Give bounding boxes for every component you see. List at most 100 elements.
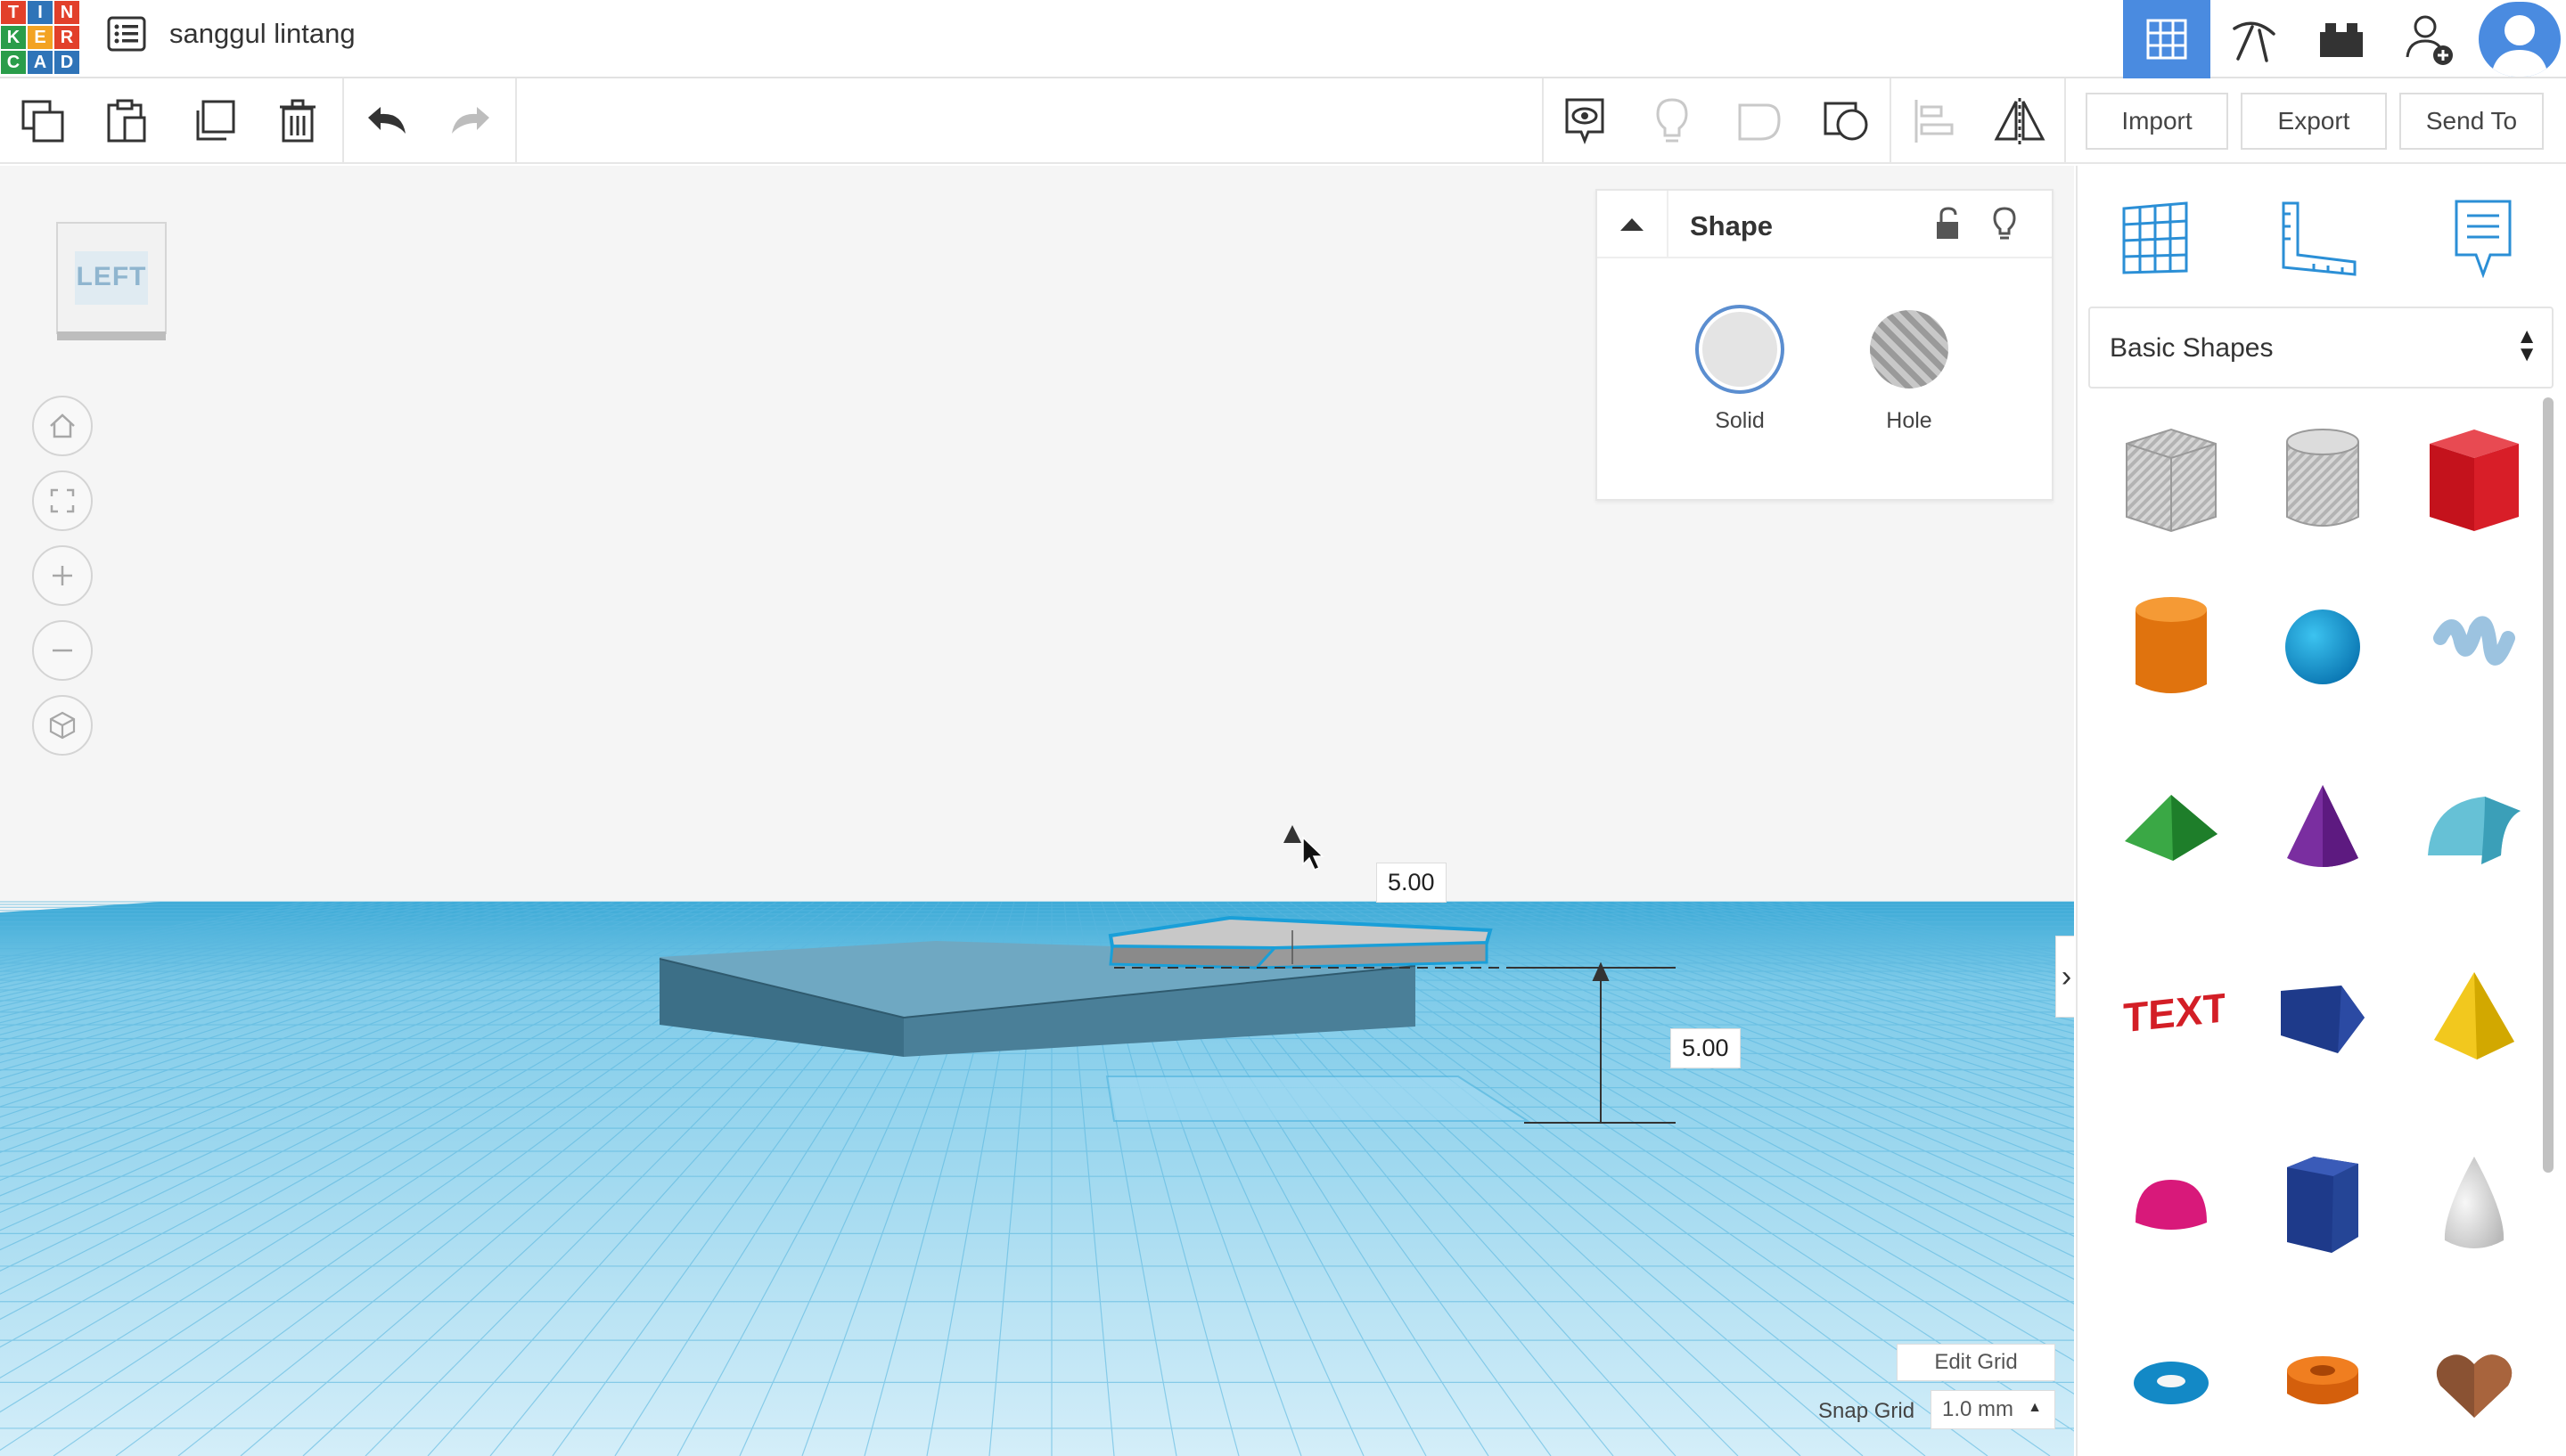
torus-icon	[2134, 1362, 2209, 1404]
eye-bubble-icon	[1565, 98, 1604, 145]
ruler-icon	[2282, 201, 2357, 276]
ruler-tool-button[interactable]	[2261, 189, 2377, 287]
tinkercad-logo[interactable]: T I N K E R C A D	[0, 0, 80, 75]
pickaxe-icon	[2233, 21, 2275, 62]
send-to-button[interactable]: Send To	[2399, 93, 2544, 150]
paste-button[interactable]	[100, 94, 153, 148]
shape-tile-roof[interactable]	[2104, 748, 2238, 909]
snap-grid-value: 1.0 mm	[1942, 1397, 2014, 1421]
home-icon	[50, 413, 75, 438]
shape-tile-half-sphere[interactable]	[2104, 1125, 2238, 1285]
caret-up-icon	[1620, 218, 1644, 231]
shape-panel-scrollbar[interactable]	[2543, 397, 2554, 1173]
shape-tile-round-roof[interactable]	[2407, 748, 2541, 909]
shape-category-select[interactable]: Basic Shapes ▲ ▼	[2088, 307, 2554, 389]
edit-grid-button[interactable]: Edit Grid	[1897, 1344, 2055, 1381]
user-avatar[interactable]	[2476, 0, 2563, 78]
undo-button[interactable]	[360, 94, 414, 148]
3d-design-view-button[interactable]	[2123, 0, 2210, 78]
show-all-button	[1645, 94, 1699, 148]
brick-icon	[2320, 23, 2363, 57]
navy-polygon-icon	[2287, 1157, 2358, 1253]
top-dimension-label[interactable]: 5.00	[1376, 863, 1447, 903]
shape-tile-cone[interactable]	[2256, 748, 2390, 909]
view-cube-face-label: LEFT	[76, 262, 147, 291]
notes-tool-button[interactable]	[2425, 189, 2541, 287]
toolbar-divider	[1890, 78, 1891, 164]
hide-shape-button[interactable]	[1984, 203, 2025, 244]
shape-tile-torus[interactable]	[2104, 1303, 2238, 1456]
shape-category-value: Basic Shapes	[2110, 333, 2274, 363]
logo-letter: K	[1, 26, 26, 49]
shape-tile-text[interactable]: TEXT	[2104, 937, 2238, 1098]
group-button	[1733, 94, 1786, 148]
logo-letter: N	[54, 1, 79, 24]
shape-tile-paraboloid[interactable]	[2407, 1125, 2541, 1285]
shape-tile-tube[interactable]	[2256, 1303, 2390, 1456]
design-title[interactable]: sanggul lintang	[169, 18, 356, 50]
shape-tile-polygon[interactable]	[2256, 1125, 2390, 1285]
select-arrows-icon: ▲ ▼	[2516, 324, 2537, 366]
shape-inspector-panel: Shape Solid Hole	[1595, 189, 2054, 501]
zoom-in-button[interactable]	[32, 545, 93, 606]
copy-button[interactable]	[16, 94, 70, 148]
import-button[interactable]: Import	[2086, 93, 2228, 150]
shape-tile-sphere[interactable]	[2256, 567, 2390, 727]
shape-tile-cylinder[interactable]	[2104, 567, 2238, 727]
lock-button[interactable]	[1927, 203, 1968, 244]
inspector-collapse-button[interactable]	[1597, 191, 1668, 258]
shape-tile-heart[interactable]	[2407, 1303, 2541, 1456]
shape-tile-scribble[interactable]	[2407, 567, 2541, 727]
shape-tile-cylinder-hole[interactable]	[2256, 399, 2390, 560]
delete-button[interactable]	[271, 94, 324, 148]
shape-grid: TEXT	[2078, 399, 2541, 1456]
duplicate-button[interactable]	[187, 94, 241, 148]
collapse-panel-tab[interactable]: ›	[2055, 936, 2074, 1018]
list-icon	[107, 16, 146, 52]
mirror-button[interactable]	[1993, 94, 2046, 148]
perspective-toggle-button[interactable]	[32, 695, 93, 756]
group-icon	[1738, 103, 1781, 141]
shape-tile-box-hole[interactable]	[2104, 399, 2238, 560]
fit-icon	[50, 488, 75, 513]
shape-tile-pyramid[interactable]	[2407, 937, 2541, 1098]
svg-text:TEXT: TEXT	[2123, 986, 2225, 1041]
notes-button[interactable]	[1558, 94, 1611, 148]
logo-letter: R	[54, 26, 79, 49]
logo-letter: C	[1, 51, 26, 74]
lift-arrow-handle[interactable]	[1283, 825, 1301, 843]
heart-icon	[2436, 1354, 2513, 1418]
toolbar-divider	[342, 78, 344, 164]
box-hole-icon	[2126, 428, 2217, 533]
height-dimension-label[interactable]: 5.00	[1670, 1028, 1741, 1068]
solid-label: Solid	[1715, 408, 1765, 433]
invite-user-button[interactable]	[2387, 0, 2474, 78]
lightbulb-icon	[1656, 98, 1688, 143]
unlock-icon	[1937, 207, 1958, 239]
snap-grid-select[interactable]: 1.0 mm ▲	[1931, 1390, 2055, 1429]
toolbar-divider	[515, 78, 517, 164]
cylinder-hole-icon	[2286, 429, 2359, 527]
shape-inspector-header: Shape	[1597, 191, 2052, 258]
design-list-button[interactable]	[103, 12, 150, 55]
align-icon	[1914, 100, 1954, 143]
export-button[interactable]: Export	[2241, 93, 2387, 150]
home-view-button[interactable]	[32, 396, 93, 456]
view-cube[interactable]: LEFT	[55, 221, 168, 342]
shape-tile-box[interactable]	[2407, 399, 2541, 560]
workplane-tool-button[interactable]	[2097, 189, 2213, 287]
zoom-out-button[interactable]	[32, 620, 93, 681]
bricks-view-button[interactable]	[2298, 0, 2385, 78]
yellow-pyramid-icon	[2434, 972, 2514, 1059]
shape-footprint	[1105, 1076, 1531, 1122]
mirror-icon	[1994, 98, 2045, 144]
blocks-view-button[interactable]	[2210, 0, 2298, 78]
solid-swatch[interactable]	[1695, 305, 1784, 394]
snap-grid-label: Snap Grid	[1818, 1399, 1915, 1423]
clipboard-icon	[107, 99, 146, 143]
minus-icon	[53, 649, 72, 652]
fit-view-button[interactable]	[32, 470, 93, 531]
hole-swatch[interactable]	[1870, 310, 1948, 389]
ungroup-button[interactable]	[1820, 94, 1873, 148]
shape-tile-wedge[interactable]	[2256, 937, 2390, 1098]
